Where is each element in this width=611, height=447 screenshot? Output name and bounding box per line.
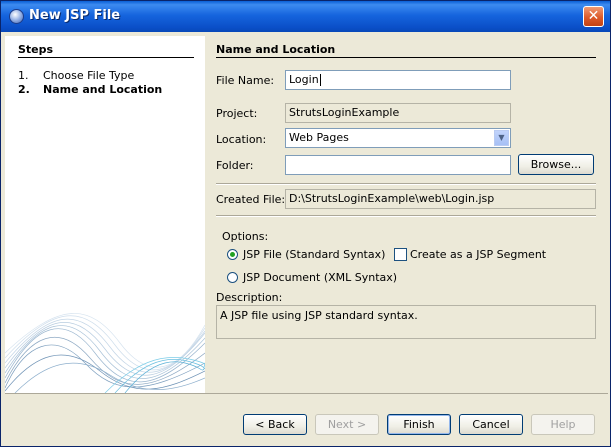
- description-box: A JSP file using JSP standard syntax.: [216, 305, 596, 339]
- steps-title: Steps: [18, 43, 54, 56]
- created-file-field: D:\StrutsLoginExample\web\Login.jsp: [285, 189, 596, 209]
- jsp-file-radio-label[interactable]: JSP File (Standard Syntax): [243, 248, 385, 261]
- project-value: StrutsLoginExample: [289, 106, 400, 119]
- step-choose-file-type: 1. Choose File Type: [18, 69, 134, 82]
- steps-panel: Steps 1. Choose File Type 2. Name and Loca…: [5, 36, 205, 393]
- jsp-segment-checkbox-label[interactable]: Create as a JSP Segment: [410, 248, 546, 261]
- project-label: Project:: [216, 107, 258, 120]
- step-label: Choose File Type: [43, 69, 135, 82]
- steps-divider: [18, 57, 194, 58]
- description-text: A JSP file using JSP standard syntax.: [220, 309, 418, 322]
- help-button[interactable]: Help: [531, 414, 595, 435]
- title-bar[interactable]: New JSP File ✕: [1, 1, 610, 32]
- jsp-document-radio-label[interactable]: JSP Document (XML Syntax): [243, 271, 397, 284]
- step-label: Name and Location: [43, 83, 163, 96]
- jsp-file-radio[interactable]: [227, 249, 238, 260]
- name-and-location-panel: Name and Location File Name: Login Proje…: [205, 36, 608, 393]
- created-file-value: D:\StrutsLoginExample\web\Login.jsp: [289, 192, 495, 205]
- location-label: Location:: [216, 133, 267, 146]
- cancel-button[interactable]: Cancel: [459, 414, 523, 435]
- jsp-document-radio[interactable]: [227, 272, 238, 283]
- finish-button[interactable]: Finish: [387, 414, 451, 435]
- step-name-and-location: 2. Name and Location: [18, 83, 162, 96]
- divider: [216, 183, 596, 185]
- file-name-input[interactable]: Login: [285, 70, 511, 90]
- chevron-down-icon[interactable]: ▼: [494, 130, 509, 146]
- decorative-waves-image: [5, 313, 205, 393]
- project-field: StrutsLoginExample: [285, 103, 511, 123]
- divider: [216, 215, 596, 217]
- location-value: Web Pages: [289, 131, 349, 144]
- section-title: Name and Location: [216, 43, 336, 56]
- browse-button[interactable]: Browse...: [518, 154, 594, 175]
- section-divider: [216, 57, 596, 58]
- close-icon: ✕: [587, 8, 600, 24]
- close-button[interactable]: ✕: [583, 6, 604, 27]
- file-name-label: File Name:: [216, 74, 275, 87]
- next-button[interactable]: Next >: [315, 414, 379, 435]
- folder-label: Folder:: [216, 159, 254, 172]
- step-number: 1.: [18, 69, 29, 82]
- file-name-value: Login: [289, 73, 319, 86]
- text-caret: [319, 74, 321, 86]
- created-file-label: Created File:: [216, 193, 286, 206]
- back-button[interactable]: < Back: [243, 414, 307, 435]
- jsp-segment-checkbox[interactable]: [394, 248, 407, 261]
- new-jsp-file-dialog: New JSP File ✕ Steps 1. Choose File Type …: [0, 0, 611, 447]
- location-select[interactable]: Web Pages ▼: [285, 128, 511, 148]
- button-bar: < Back Next > Finish Cancel Help: [5, 393, 608, 445]
- folder-input[interactable]: [285, 155, 511, 175]
- description-label: Description:: [216, 291, 283, 304]
- jsp-file-icon: [9, 9, 24, 24]
- window-title: New JSP File: [29, 8, 121, 23]
- step-number: 2.: [18, 83, 30, 96]
- options-label: Options:: [222, 230, 269, 243]
